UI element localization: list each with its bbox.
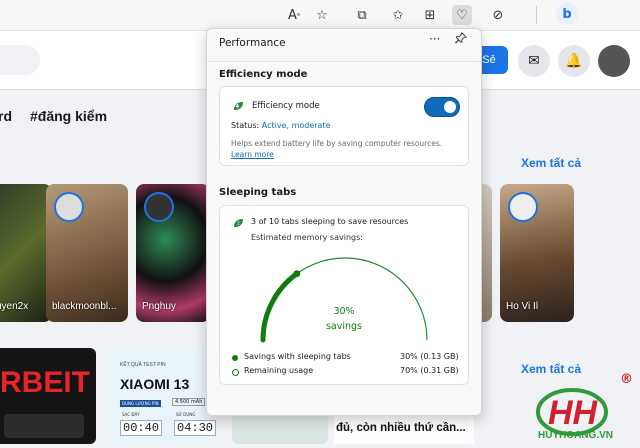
- story-name: uyen2x: [0, 301, 29, 312]
- toolbar-divider: [536, 6, 537, 24]
- phone-card-charge-label: SẠC ĐẦY: [122, 412, 140, 417]
- video-card[interactable]: KẾT QUẢ TEST PIN XIAOMI 13 DUNG LƯỢNG PI…: [108, 348, 220, 444]
- see-all-videos-link[interactable]: Xem tất cả: [521, 362, 581, 376]
- video-card-banner: RBEIT: [0, 366, 90, 399]
- efficiency-card-title: Efficiency mode: [252, 101, 320, 111]
- story-avatar: [54, 192, 84, 222]
- keyboard-image: [4, 414, 84, 438]
- extensions-icon[interactable]: ⧉: [352, 5, 372, 25]
- svg-text:z: z: [237, 221, 240, 227]
- performance-panel: Performance ··· Efficiency mode Efficien…: [206, 28, 482, 416]
- legend-remaining-dot: [232, 369, 239, 376]
- story-name: Ho Vi Il: [506, 301, 539, 312]
- efficiency-section-title: Efficiency mode: [219, 69, 308, 80]
- gauge-marker: [293, 270, 301, 278]
- phone-card-charge-value: 00:40: [120, 420, 163, 436]
- more-options-icon[interactable]: ···: [429, 32, 440, 46]
- efficiency-description: Helps extend battery life by saving comp…: [231, 139, 443, 148]
- favorite-add-icon[interactable]: ☆: [312, 5, 332, 25]
- messenger-icon[interactable]: ✉: [518, 45, 550, 77]
- story-card[interactable]: Pnghuy: [136, 184, 210, 322]
- efficiency-toggle[interactable]: [424, 97, 460, 117]
- profile-avatar[interactable]: [598, 45, 630, 77]
- story-card[interactable]: uyen2x: [0, 184, 52, 322]
- svg-text:HH: HH: [548, 394, 599, 432]
- sleeping-headline: 3 of 10 tabs sleeping to save resources: [251, 217, 409, 226]
- bing-chat-icon[interactable]: b: [556, 3, 578, 25]
- sleeping-card: z 3 of 10 tabs sleeping to save resource…: [219, 205, 469, 385]
- story-card[interactable]: Ho Vi Il: [500, 184, 574, 322]
- phone-card-cap-label: DUNG LƯỢNG PIN: [120, 400, 161, 407]
- registered-mark: ®: [620, 372, 633, 387]
- panel-title: Performance: [219, 37, 286, 49]
- phone-card-use-label: SỬ DỤNG: [176, 412, 196, 417]
- hashtag-dang-kiem[interactable]: #đăng kiểm: [30, 108, 107, 124]
- learn-more-link[interactable]: Learn more: [231, 150, 274, 159]
- post-text: đủ, còn nhiều thứ cần...: [336, 422, 466, 434]
- efficiency-leaf-icon: [234, 102, 243, 110]
- story-avatar: [508, 192, 538, 222]
- efficiency-card: Efficiency mode Status: Active, moderate…: [219, 86, 469, 166]
- panel-divider: [207, 61, 481, 62]
- legend-remaining-label: Remaining usage: [244, 366, 314, 375]
- status-value: Active, moderate: [261, 121, 331, 130]
- hashtag-partial[interactable]: rd: [0, 108, 12, 124]
- phone-card-header: KẾT QUẢ TEST PIN: [120, 362, 166, 368]
- legend-remaining-value: 70% (0.31 GB): [400, 366, 459, 375]
- huyhoang-brand: HUYHOANG.VN: [538, 430, 614, 441]
- sleeping-section-title: Sleeping tabs: [219, 187, 297, 198]
- gauge-label: savings: [325, 321, 363, 332]
- sleeping-leaf-icon: z: [234, 219, 243, 227]
- status-line: Status: Active, moderate: [231, 121, 331, 130]
- story-avatar: [144, 192, 174, 222]
- estimated-savings-label: Estimated memory savings:: [251, 233, 363, 242]
- phone-card-model: XIAOMI 13: [120, 376, 190, 392]
- toggle-knob: [444, 101, 456, 113]
- browser-essentials-icon[interactable]: ⊘: [488, 5, 508, 25]
- pin-icon[interactable]: [454, 32, 467, 47]
- notifications-icon[interactable]: 🔔: [558, 45, 590, 77]
- browser-toolbar: Aᵃ ☆ ⧉ ✩ ⊞ ♡ ⊘ b: [0, 0, 640, 31]
- story-card[interactable]: blackmoonbl...: [46, 184, 128, 322]
- performance-icon[interactable]: ♡: [452, 5, 472, 25]
- phone-card-use-value: 04:30: [174, 420, 217, 436]
- read-aloud-icon[interactable]: Aᵃ: [284, 5, 304, 25]
- story-name: blackmoonbl...: [52, 301, 117, 312]
- see-all-stories-link[interactable]: Xem tất cả: [521, 156, 581, 170]
- legend-savings-label: Savings with sleeping tabs: [244, 352, 351, 361]
- gauge-percent: 30%: [333, 306, 355, 317]
- story-name: Pnghuy: [142, 301, 176, 312]
- site-search-input[interactable]: [0, 45, 40, 75]
- legend-savings-value: 30% (0.13 GB): [400, 352, 459, 361]
- huyhoang-logo: HH ® HUYHOANG.VN: [532, 372, 640, 444]
- video-card[interactable]: RBEIT: [0, 348, 96, 444]
- collections-icon[interactable]: ⊞: [420, 5, 440, 25]
- status-label: Status:: [231, 121, 260, 130]
- favorites-icon[interactable]: ✩: [388, 5, 408, 25]
- phone-card-cap-value: 4.500 mAh: [172, 398, 206, 406]
- legend-savings-dot: [232, 355, 238, 361]
